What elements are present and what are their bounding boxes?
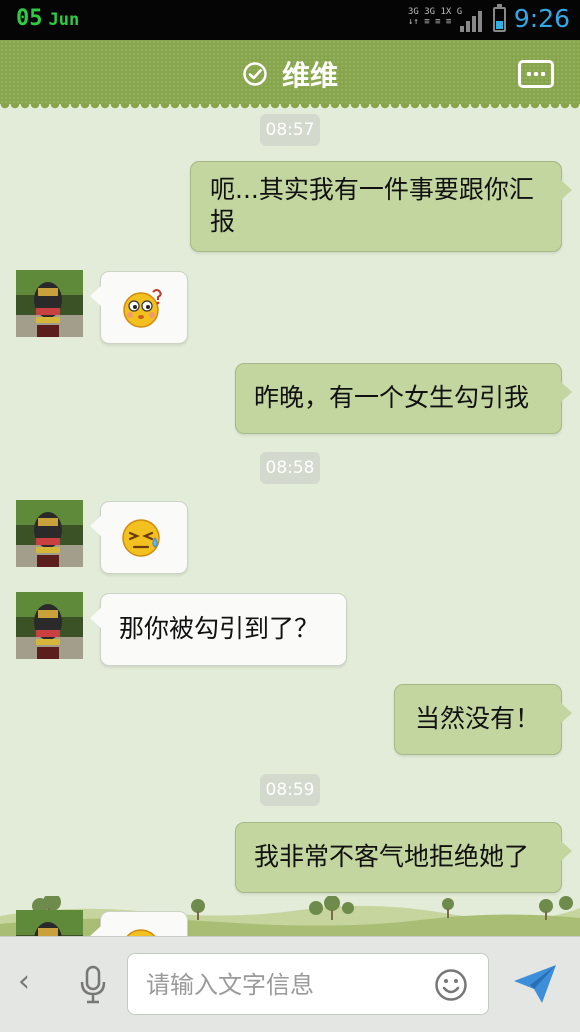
signal-icon (460, 10, 482, 32)
message-text: 报 (210, 207, 236, 236)
background-scenery (0, 896, 580, 936)
chevron-left-icon[interactable]: ‹ (18, 967, 30, 997)
message-bubble-sent[interactable]: 呃...其实我有一件事要跟你汇 报 (190, 161, 572, 252)
face-emoji (126, 929, 156, 936)
timestamp: 08:58 (260, 452, 320, 484)
message-bubble-sent[interactable]: 当然没有！ (394, 684, 572, 755)
avatar[interactable] (16, 500, 83, 567)
sweat-face-emoji (122, 519, 160, 557)
message-input[interactable] (144, 962, 418, 1008)
message-text: 当然没有！ (415, 704, 541, 733)
message-bubble-received[interactable] (90, 911, 188, 936)
message-text: 呃...其实我有一件事要跟你汇 (210, 175, 534, 204)
avatar[interactable] (16, 910, 83, 936)
network-types: 3G 3G 1X G (408, 7, 463, 17)
input-bar: ‹ (0, 936, 580, 1032)
confused-face-emoji (123, 289, 162, 328)
message-bubble-sent[interactable]: 昨晚，有一个女生勾引我 (235, 363, 572, 434)
avatar[interactable] (16, 270, 83, 337)
status-month: Jun (48, 10, 80, 30)
smiley-icon[interactable] (434, 968, 468, 1002)
message-bubble-sent[interactable]: 我非常不客气地拒绝她了 (235, 822, 572, 893)
more-icon (527, 72, 531, 76)
message-list[interactable]: 08:57 呃...其实我有一件事要跟你汇 报 昨晚，有一个女生勾引我 08:5… (0, 104, 580, 936)
status-day: 05 (16, 6, 43, 31)
page-title: 维维 (281, 59, 338, 92)
timestamp: 08:57 (260, 114, 320, 146)
message-bubble-received[interactable] (90, 271, 188, 344)
status-bar: 05 Jun 3G 3G 1X G ↓↑ ≡ ≡ ≡ 9:26 (0, 0, 580, 40)
battery-icon (493, 4, 506, 32)
timestamp: 08:59 (260, 774, 320, 806)
message-input-box[interactable] (127, 953, 489, 1015)
chat-header: 维维 (0, 40, 580, 110)
message-bubble-received[interactable]: 那你被勾引到了？ (90, 593, 347, 666)
network-indicator: 3G 3G 1X G ↓↑ ≡ ≡ ≡ (408, 7, 462, 27)
message-text: 那你被勾引到了？ (119, 614, 320, 643)
microphone-icon[interactable] (78, 965, 108, 1005)
message-bubble-received[interactable] (90, 501, 188, 574)
message-text: 昨晚，有一个女生勾引我 (254, 383, 530, 412)
message-text: 我非常不客气地拒绝她了 (254, 842, 530, 871)
avatar[interactable] (16, 592, 83, 659)
check-circle-icon (243, 62, 267, 86)
paper-plane-icon[interactable] (512, 963, 558, 1005)
more-button[interactable] (518, 60, 554, 88)
network-activity: ↓↑ ≡ ≡ ≡ (408, 17, 452, 27)
status-time: 9:26 (513, 4, 570, 33)
status-date: 05 Jun (16, 6, 79, 31)
